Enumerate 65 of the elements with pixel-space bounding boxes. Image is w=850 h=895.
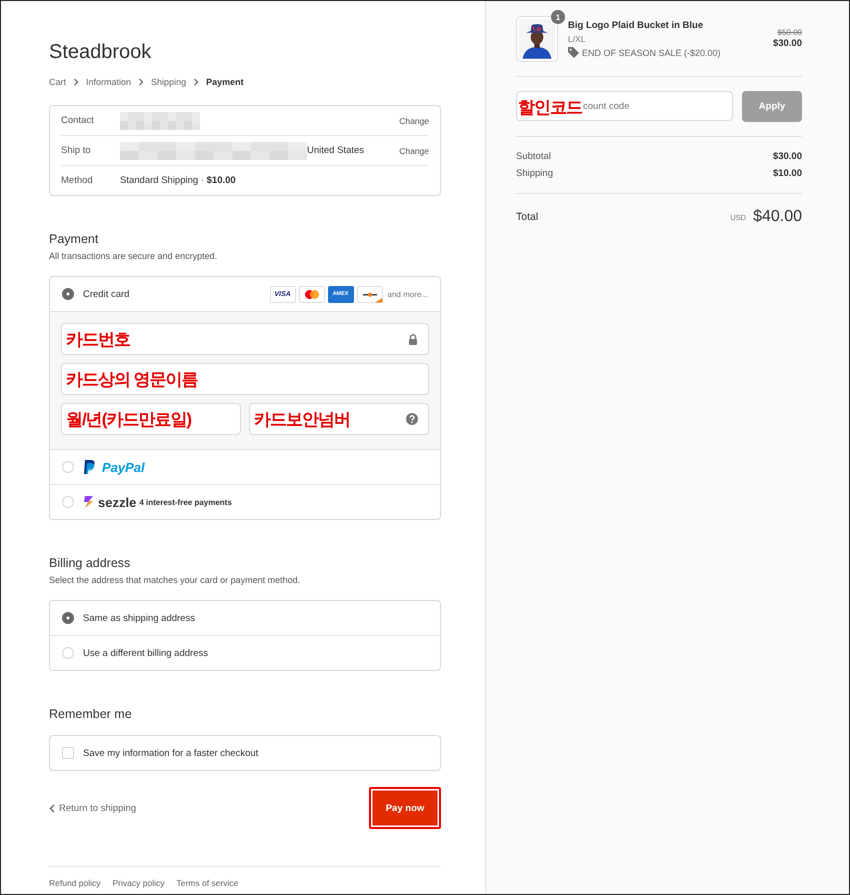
product-price: $30.00	[772, 38, 802, 49]
input-field[interactable]: 월/년(카드만료일)	[61, 403, 241, 435]
total-label: Total	[516, 211, 540, 223]
review-value: United States	[307, 145, 364, 156]
breadcrumb-link[interactable]: Shipping	[151, 77, 186, 87]
checkbox-label: Save my information for a faster checkout	[83, 748, 258, 758]
tag-icon	[568, 47, 579, 58]
card-brand-icon	[298, 286, 325, 302]
change-link[interactable]: Change	[399, 146, 429, 156]
input-field[interactable]: 카드번호	[61, 323, 429, 355]
chevron-icon	[193, 78, 200, 86]
review-label: Contact	[61, 115, 95, 126]
breadcrumb-link[interactable]: Payment	[206, 77, 244, 87]
sezzle-note: 4 interest-free payments	[139, 498, 232, 506]
summary-value: $10.00	[772, 168, 802, 179]
review-label: Ship to	[61, 145, 92, 156]
section-title: Remember me	[49, 707, 133, 721]
input-field[interactable]: 카드상의 영문이름	[61, 363, 429, 395]
billing-option-label: Same as shipping address	[83, 612, 195, 624]
section-subtitle: All transactions are secure and encrypted.	[49, 251, 218, 261]
original-price: $50.00	[778, 28, 802, 37]
chevron-left-icon	[49, 804, 55, 812]
footer-link[interactable]: Terms of service	[176, 878, 238, 888]
pay-now-button[interactable]: Pay now	[369, 787, 441, 829]
annotation-label: 할인코드	[518, 97, 582, 119]
product-name: Big Logo Plaid Bucket in Blue	[568, 20, 704, 31]
breadcrumb-link[interactable]: Cart	[49, 77, 66, 87]
discount-label: END OF SEASON SALE (-$20.00)	[582, 48, 721, 58]
summary-label: Subtotal	[516, 151, 551, 162]
help-icon[interactable]	[406, 413, 418, 425]
annotation-label: 카드상의 영문이름	[66, 368, 198, 390]
product-variant: L/XL	[568, 34, 586, 44]
radio-button[interactable]	[62, 612, 74, 624]
store-name: Steadbrook	[49, 41, 152, 64]
total-amount: $40.00	[753, 208, 802, 226]
paypal-logo: PayPal	[102, 460, 145, 474]
chevron-icon	[138, 78, 144, 86]
summary-value: $30.00	[772, 151, 802, 162]
chevron-icon	[73, 78, 80, 86]
sezzle-icon	[83, 495, 95, 509]
paypal-icon	[83, 460, 95, 474]
review-value: Standard Shipping · $10.00	[120, 175, 236, 186]
more-brands-text: and more...	[388, 290, 428, 298]
lock-icon	[408, 334, 418, 344]
section-subtitle: Select the address that matches your card or payment method.	[49, 575, 302, 585]
section-title: Billing address	[49, 556, 132, 570]
footer-link[interactable]: Refund policy	[49, 878, 101, 888]
annotation-label: 카드보안넘버	[254, 408, 350, 430]
payment-option-label: Credit card	[83, 288, 130, 300]
input-field[interactable]: 카드보안넘버	[249, 403, 429, 435]
change-link[interactable]: Change	[399, 116, 429, 126]
breadcrumb-link[interactable]: Information	[86, 77, 132, 87]
review-label: Method	[61, 175, 94, 186]
checkbox[interactable]	[62, 747, 74, 759]
annotation-label: 카드번호	[66, 328, 130, 350]
section-title: Payment	[49, 232, 100, 246]
card-brand-icon	[356, 286, 383, 302]
footer-link[interactable]: Privacy policy	[112, 878, 164, 888]
radio-button[interactable]	[62, 288, 74, 300]
annotation-label: 월/년(카드만료일)	[66, 408, 192, 430]
summary-label: Shipping	[516, 168, 553, 179]
back-link[interactable]: Return to shipping	[49, 802, 136, 814]
sezzle-logo: sezzle	[98, 494, 136, 510]
billing-option-label: Use a different billing address	[83, 648, 208, 658]
quantity-badge: 1	[551, 10, 565, 24]
